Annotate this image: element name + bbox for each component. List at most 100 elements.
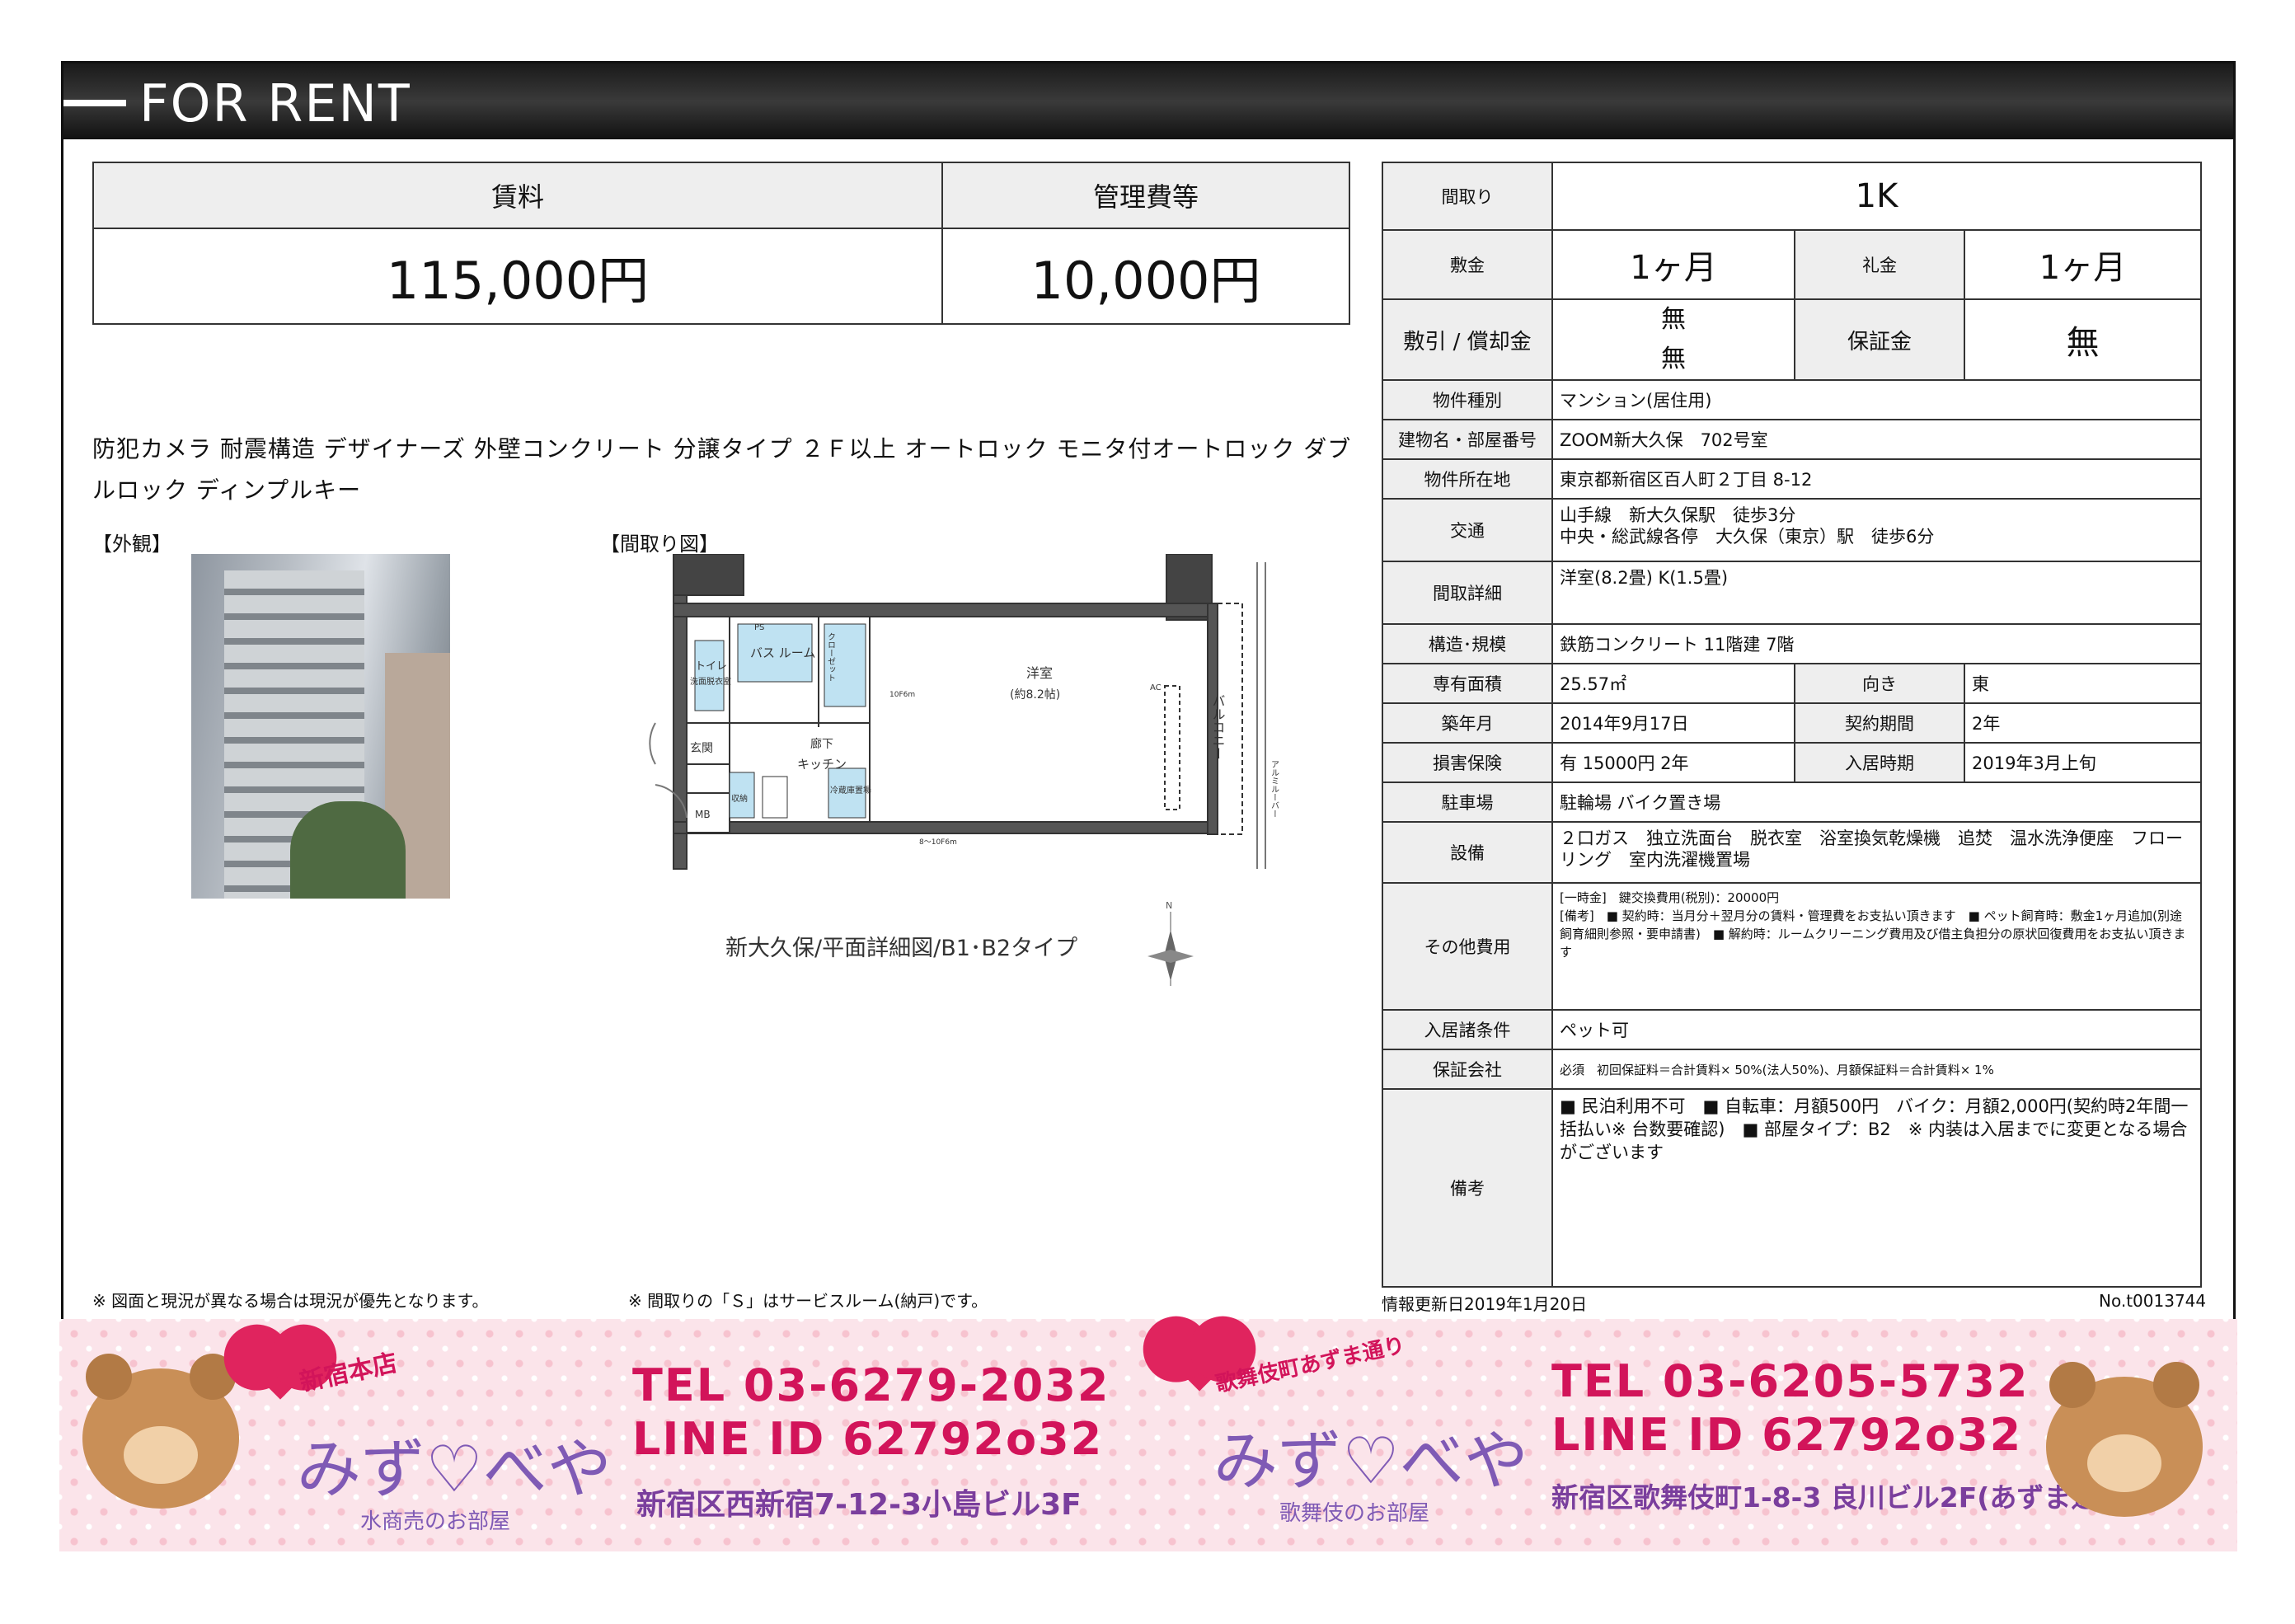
- madori-key: 間取り: [1382, 162, 1553, 231]
- traffic-line-1: 山手線 新大久保駅 徒歩3分: [1560, 505, 1796, 525]
- note-left: ※ 図面と現況が異なる場合は現況が優先となります。: [92, 1291, 489, 1311]
- right-address: 新宿区歌舞伎町1-8-3 良川ビル2F(あずま通り): [1551, 1481, 2138, 1514]
- shikibiki-value-2: 無: [1661, 345, 1686, 373]
- area-value: 25.57㎡: [1551, 663, 1795, 704]
- room-balcony: バルコニー: [1210, 694, 1226, 760]
- room-bath: バス ルーム: [750, 645, 815, 660]
- move-in-value: 2019年3月上旬: [1964, 742, 2202, 783]
- spec-table: 間取り 1K 敷金 1ヶ月 礼金 1ヶ月 敷引 / 償却金 無 無 保証金 無 …: [1382, 162, 2202, 1288]
- floorplan-caption: 新大久保/平面詳細図/B1･B2タイプ: [725, 936, 1078, 961]
- fee-value: 10,000円: [941, 228, 1350, 325]
- bear-face: [2087, 1434, 2161, 1492]
- equipment-key: 設備: [1382, 821, 1553, 884]
- term-value: 2年: [1964, 702, 2202, 744]
- bear-ear: [86, 1354, 132, 1400]
- floorplan-label: 【間取り図】: [600, 533, 719, 556]
- built-value: 2014年9月17日: [1551, 702, 1795, 744]
- right-logo: みず♡べや: [1213, 1425, 1528, 1499]
- rent-label: 賃料: [92, 162, 943, 229]
- compass-north: N: [1166, 900, 1172, 911]
- rent-value: 115,000円: [92, 228, 943, 325]
- guarantor-key: 保証会社: [1382, 1049, 1553, 1090]
- insurance-value: 有 15000円 2年: [1551, 742, 1795, 783]
- room-western: 洋室: [1026, 665, 1053, 681]
- term-key: 契約期間: [1794, 702, 1965, 744]
- exterior-label: 【外観】: [92, 533, 171, 556]
- area-key: 専有面積: [1382, 663, 1553, 704]
- dim-1: 10F6m: [889, 691, 915, 699]
- other-cost-key: その他費用: [1382, 882, 1553, 1011]
- dim-2: 8～10F6m: [919, 838, 957, 847]
- room-washroom: 洗面脱衣室: [690, 676, 731, 687]
- room-mb: MB: [695, 809, 711, 820]
- left-tagline: 水商売のお部屋: [360, 1509, 511, 1534]
- built-key: 築年月: [1382, 702, 1553, 744]
- listing-number: No.t0013744: [2099, 1291, 2207, 1311]
- room-fridge: 冷蔵庫置場: [830, 785, 871, 796]
- left-logo: みず♡べや: [297, 1433, 612, 1507]
- move-in-key: 入居時期: [1794, 742, 1965, 783]
- updated-date: 情報更新日2019年1月20日: [1382, 1294, 1588, 1314]
- bear-ear: [2153, 1362, 2199, 1408]
- direction-key: 向き: [1794, 663, 1965, 704]
- hoshokin-key: 保証金: [1794, 298, 1965, 381]
- left-address: 新宿区西新宿7-12-3小島ビル3F: [636, 1488, 1082, 1522]
- traffic-value: 山手線 新大久保駅 徒歩3分 中央・総武線各停 大久保（東京）駅 徒歩6分: [1551, 498, 2202, 562]
- room-ac: AC: [1150, 683, 1162, 692]
- room-toilet: トイレ: [695, 660, 727, 673]
- bear-mascot-right: [2046, 1362, 2203, 1517]
- bear-face: [124, 1426, 198, 1484]
- shikikin-key: 敷金: [1382, 229, 1553, 300]
- type-value: マンション(居住用): [1551, 379, 2202, 420]
- agency-banner[interactable]: 新宿本店 みず♡べや 水商売のお部屋 TEL 03-6279-2032 LINE…: [59, 1319, 2237, 1551]
- room-storage: 収納: [731, 793, 748, 804]
- floor-plan: 洋室 (約8.2帖) バス ルーム トイレ 洗面脱衣室 キッチン 廊下 玄関 M…: [649, 554, 1279, 870]
- page-title: FOR RENT: [139, 73, 411, 134]
- other-cost-value: [一時金] 鍵交換費用(税別)：20000円 [備考] ■ 契約時：当月分＋翌月…: [1551, 882, 2202, 1011]
- traffic-key: 交通: [1382, 498, 1553, 562]
- exterior-photo: [191, 554, 450, 899]
- equipment-value: ２口ガス 独立洗面台 脱衣室 浴室換気乾燥機 追焚 温水洗浄便座 フローリング …: [1551, 821, 2202, 884]
- left-tel[interactable]: TEL 03-6279-2032: [632, 1360, 1110, 1411]
- left-line-id[interactable]: LINE ID 62792o32: [632, 1414, 1103, 1465]
- remarks-value: ■ 民泊利用不可 ■ 自転車：月額500円 バイク：月額2,000円(契約時2年…: [1551, 1088, 2202, 1288]
- compass-icon: N: [1148, 900, 1194, 986]
- right-line-id[interactable]: LINE ID 62792o32: [1551, 1410, 2022, 1461]
- other-cost-line-2: [備考] ■ 契約時：当月分＋翌月分の賃料・管理費をお支払い頂きます ■ ペット…: [1560, 908, 2186, 960]
- remarks-key: 備考: [1382, 1088, 1553, 1288]
- detail-key: 間取詳細: [1382, 561, 1553, 625]
- conditions-value: ペット可: [1551, 1009, 2202, 1050]
- features-text: 防犯カメラ 耐震構造 デザイナーズ 外壁コンクリート 分譲タイプ ２Ｆ以上 オー…: [92, 435, 1352, 504]
- reikin-value: 1ヶ月: [1964, 229, 2202, 300]
- room-hall: 廊下: [810, 737, 833, 751]
- room-ps: PS: [754, 623, 764, 632]
- rent-table: 賃料 管理費等 115,000円 10,000円: [92, 162, 1350, 325]
- fee-label: 管理費等: [941, 162, 1350, 229]
- insurance-key: 損害保険: [1382, 742, 1553, 783]
- name-key: 建物名・部屋番号: [1382, 419, 1553, 460]
- parking-key: 駐車場: [1382, 781, 1553, 823]
- madori-value: 1K: [1551, 162, 2202, 231]
- hoshokin-value: 無: [1964, 298, 2202, 381]
- header-dash: [63, 100, 126, 106]
- note-mid: ※ 間取りの「Ｓ」はサービスルーム(納戸)です。: [628, 1291, 988, 1311]
- room-closet: クローゼット: [826, 632, 836, 682]
- address-value: 東京都新宿区百人町２丁目 8-12: [1551, 458, 2202, 500]
- struct-key: 構造･規模: [1382, 623, 1553, 664]
- shikibiki-value-1: 無: [1661, 305, 1686, 334]
- direction-value: 東: [1964, 663, 2202, 704]
- shikibiki-value: 無 無: [1551, 298, 1795, 381]
- right-tel[interactable]: TEL 03-6205-5732: [1551, 1356, 2030, 1407]
- address-key: 物件所在地: [1382, 458, 1553, 500]
- reikin-key: 礼金: [1794, 229, 1965, 300]
- parking-value: 駐輪場 バイク置き場: [1551, 781, 2202, 823]
- struct-value: 鉄筋コンクリート 11階建 7階: [1551, 623, 2202, 664]
- room-louver: アルミルーバー: [1270, 760, 1279, 818]
- other-cost-line-1: [一時金] 鍵交換費用(税別)：20000円: [1560, 890, 1780, 905]
- guarantor-value: 必須 初回保証料＝合計賃料× 50%(法人50%)、月額保証料＝合計賃料× 1%: [1551, 1049, 2202, 1090]
- type-key: 物件種別: [1382, 379, 1553, 420]
- shikikin-value: 1ヶ月: [1551, 229, 1795, 300]
- room-western-size: (約8.2帖): [1010, 688, 1060, 702]
- shikibiki-key: 敷引 / 償却金: [1382, 298, 1553, 381]
- detail-value: 洋室(8.2畳) K(1.5畳): [1551, 561, 2202, 625]
